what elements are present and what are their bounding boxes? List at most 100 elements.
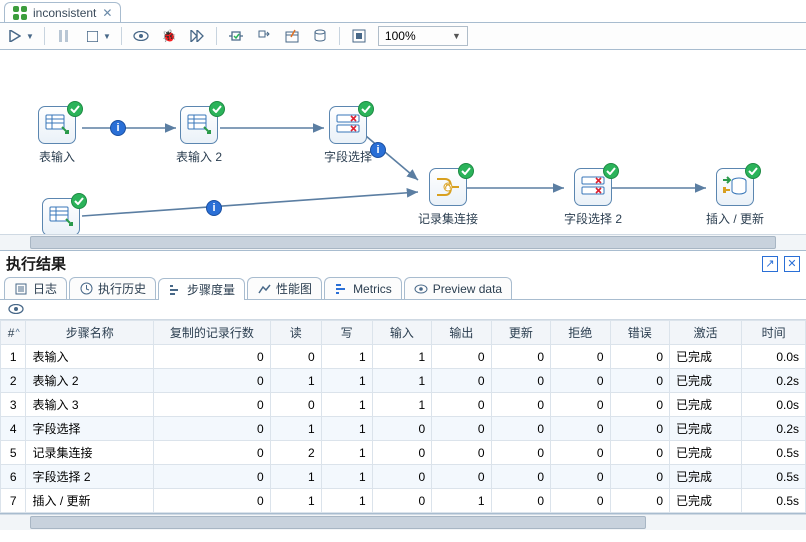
replay-icon[interactable] (188, 27, 206, 45)
verify-icon[interactable] (227, 27, 245, 45)
results-tab-3[interactable]: 性能图 (247, 277, 322, 299)
explore-db-icon[interactable] (311, 27, 329, 45)
table-cell: 0 (610, 441, 669, 465)
show-results-icon[interactable] (350, 27, 368, 45)
table-cell: 0 (432, 417, 491, 441)
table-row[interactable]: 3表输入 300110000已完成0.0s (1, 393, 806, 417)
step-node-icon (574, 168, 612, 206)
step-node-n3[interactable]: 字段选择 (324, 106, 372, 165)
step-node-icon (38, 106, 76, 144)
table-cell: 0 (432, 393, 491, 417)
table-cell: 2 (1, 369, 26, 393)
results-tab-0[interactable]: 日志 (4, 277, 67, 299)
results-tab-icon (334, 282, 348, 296)
connection-edges (0, 50, 806, 234)
table-cell: 1 (270, 489, 321, 513)
table-cell: 0 (491, 393, 550, 417)
table-row[interactable]: 4字段选择01100000已完成0.2s (1, 417, 806, 441)
step-node-label: 字段选择 2 (564, 210, 622, 227)
table-row[interactable]: 5记录集连接02100000已完成0.5s (1, 441, 806, 465)
table-cell: 已完成 (670, 417, 742, 441)
table-cell: 已完成 (670, 345, 742, 369)
table-cell: 0 (491, 441, 550, 465)
detach-results-icon[interactable]: ↗ (762, 256, 778, 272)
close-icon[interactable]: ✕ (102, 6, 112, 20)
table-cell: 0.0s (742, 345, 806, 369)
step-node-n4[interactable]: 表输入 3 (38, 198, 84, 234)
table-row[interactable]: 7插入 / 更新01101000已完成0.5s (1, 489, 806, 513)
step-node-n1[interactable]: 表输入 (38, 106, 76, 165)
table-cell: 1 (321, 345, 372, 369)
column-header[interactable]: 激活 (670, 321, 742, 345)
table-cell: 1 (270, 417, 321, 441)
status-success-icon (745, 163, 761, 179)
table-cell: 7 (1, 489, 26, 513)
editor-tab-inconsistent[interactable]: inconsistent ✕ (4, 2, 121, 22)
canvas-horizontal-scrollbar[interactable] (0, 234, 806, 250)
results-horizontal-scrollbar[interactable] (0, 514, 806, 530)
column-header[interactable]: #^ (1, 321, 26, 345)
table-cell: 1 (321, 489, 372, 513)
table-row[interactable]: 1表输入00110000已完成0.0s (1, 345, 806, 369)
table-cell: 已完成 (670, 393, 742, 417)
table-cell: 1 (321, 417, 372, 441)
table-cell: 0 (153, 441, 270, 465)
table-cell: 表输入 3 (26, 393, 153, 417)
sql-icon[interactable] (283, 27, 301, 45)
results-tab-4[interactable]: Metrics (324, 277, 402, 299)
close-results-icon[interactable]: ✕ (784, 256, 800, 272)
table-cell: 0 (610, 489, 669, 513)
results-tab-5[interactable]: Preview data (404, 277, 512, 299)
zoom-select[interactable]: 100% ▼ (378, 26, 468, 46)
run-dropdown-icon[interactable]: ▼ (26, 27, 34, 45)
table-cell: 1 (432, 489, 491, 513)
table-cell: 0 (551, 345, 610, 369)
step-node-n7[interactable]: 插入 / 更新 (706, 168, 764, 227)
hop-info-icon[interactable]: i (206, 200, 222, 216)
results-tab-label: Preview data (433, 282, 502, 296)
step-node-label: 插入 / 更新 (706, 210, 764, 227)
debug-icon[interactable]: 🐞 (160, 27, 178, 45)
status-success-icon (209, 101, 225, 117)
pause-button[interactable] (55, 27, 73, 45)
table-cell: 1 (321, 441, 372, 465)
table-row[interactable]: 2表输入 201110000已完成0.2s (1, 369, 806, 393)
table-row[interactable]: 6字段选择 201100000已完成0.5s (1, 465, 806, 489)
column-header[interactable]: 输出 (432, 321, 491, 345)
monitor-eye-icon[interactable] (8, 303, 24, 317)
stop-button[interactable] (83, 27, 101, 45)
run-button[interactable] (6, 27, 24, 45)
column-header[interactable]: 读 (270, 321, 321, 345)
results-title: 执行结果 (6, 253, 66, 274)
table-cell: 0.2s (742, 417, 806, 441)
transformation-canvas[interactable]: 表输入 表输入 2 字段选择表输入 3 记录集连接字段选择 2 插入 / 更新 i i i (0, 50, 806, 234)
results-tab-bar: 日志 执行历史 步骤度量性能图Metrics Preview data (0, 276, 806, 300)
column-header[interactable]: 拒绝 (551, 321, 610, 345)
results-tab-label: 步骤度量 (187, 281, 235, 298)
preview-icon[interactable] (132, 27, 150, 45)
results-tab-label: 执行历史 (98, 280, 146, 297)
table-cell: 0 (610, 393, 669, 417)
table-cell: 0 (551, 465, 610, 489)
step-node-n2[interactable]: 表输入 2 (176, 106, 222, 165)
hop-info-icon[interactable]: i (110, 120, 126, 136)
table-cell: 1 (372, 393, 431, 417)
table-cell: 1 (372, 345, 431, 369)
step-node-n5[interactable]: 记录集连接 (418, 168, 478, 227)
column-header[interactable]: 更新 (491, 321, 550, 345)
column-header[interactable]: 复制的记录行数 (153, 321, 270, 345)
column-header[interactable]: 写 (321, 321, 372, 345)
impact-icon[interactable] (255, 27, 273, 45)
results-tab-2[interactable]: 步骤度量 (158, 278, 245, 300)
step-node-n6[interactable]: 字段选择 2 (564, 168, 622, 227)
table-cell: 已完成 (670, 465, 742, 489)
results-tab-1[interactable]: 执行历史 (69, 277, 156, 299)
hop-info-icon[interactable]: i (370, 142, 386, 158)
column-header[interactable]: 时间 (742, 321, 806, 345)
column-header[interactable]: 步骤名称 (26, 321, 153, 345)
results-tab-icon (168, 283, 182, 297)
column-header[interactable]: 输入 (372, 321, 431, 345)
column-header[interactable]: 错误 (610, 321, 669, 345)
table-cell: 表输入 2 (26, 369, 153, 393)
transform-icon (13, 6, 27, 20)
